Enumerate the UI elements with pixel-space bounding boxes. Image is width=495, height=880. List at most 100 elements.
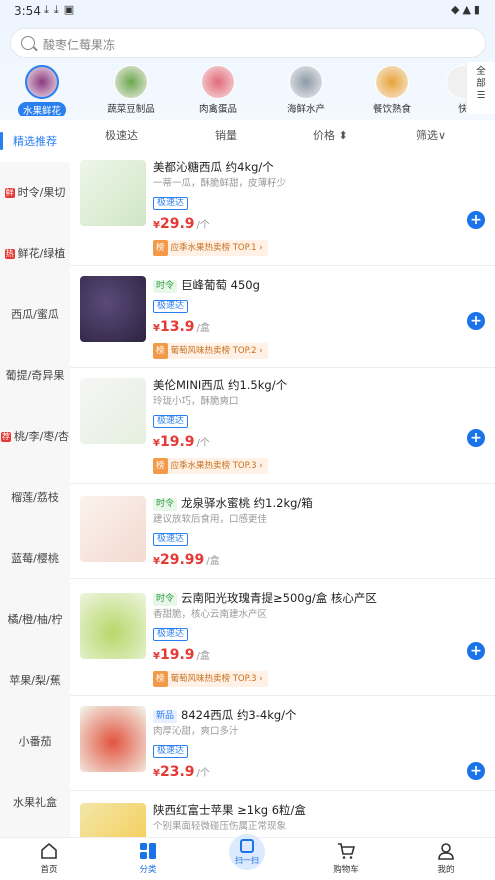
sidebar-item-flowers[interactable]: 热鲜花/绿植 [0,223,70,284]
category-item-seafood[interactable]: 海鲜水产 [274,62,338,115]
category-label: 快 [458,104,466,115]
product-card[interactable]: 美伦MINI西瓜 约1.5kg/个 玲珑小巧，酥脆爽口 极速达 ¥19.9/个 … [70,368,495,484]
sidebar-item-melons[interactable]: 西瓜/蜜瓜 [0,284,70,345]
product-tag: 时令 [153,280,178,293]
product-unit: /个 [196,220,210,231]
more-icon [446,65,466,99]
rank-icon: 榜 [153,671,168,687]
product-image [80,593,146,659]
category-item-meat[interactable]: 肉禽蛋品 [186,62,250,115]
sidebar-item-grapes[interactable]: 葡提/奇异果 [0,345,70,406]
tab-label: 我的 [437,865,455,875]
scan-icon [240,839,254,853]
tab-label: 分类 [139,865,157,875]
category-item-more[interactable]: 快 [431,62,466,115]
product-name: 云南阳光玫瑰青提≥500g/盒 核心产区 [181,591,377,605]
sidebar-item-durian[interactable]: 榴莲/荔枝 [0,467,70,528]
product-subtitle: 香甜脆，核心云南建水产区 [153,609,268,620]
product-tag: 时令 [153,498,178,511]
all-categories-button[interactable]: 全部 ☰ [466,62,495,114]
category-label: 肉禽蛋品 [198,104,237,115]
product-subtitle: 一蒂一瓜，酥脆鲜甜，皮薄籽少 [153,178,287,189]
add-to-cart-button[interactable]: + [467,762,485,780]
category-label: 水果鲜花 [17,102,66,116]
tab-profile[interactable]: 我的 [416,842,476,875]
sidebar-item-label: 精选推荐 [13,134,57,148]
menu-icon: ☰ [476,90,486,101]
sidebar-item-tag: 鲜 [4,188,15,198]
tab-label: 扫一扫 [235,856,259,865]
product-image [80,803,146,837]
product-card[interactable]: 新品 8424西瓜 约3-4kg/个 肉厚沁甜，爽口多汁 极速达 ¥23.9/个 … [70,696,495,791]
system-icons: ◆▲▮ [451,3,483,16]
product-price: 29.99 [159,552,205,568]
sidebar-item-stone-fruit[interactable]: 荐桃/李/枣/杏 [0,406,70,467]
sidebar-item-featured[interactable]: 精选推荐 [0,120,70,162]
sidebar-item-citrus[interactable]: 橘/橙/柚/柠 [0,589,70,650]
tab-category[interactable]: 分类 [118,842,178,875]
product-name: 美伦MINI西瓜 约1.5kg/个 [153,378,288,392]
sort-express[interactable]: 极速达 [105,127,138,143]
sidebar-item-seasonal[interactable]: 鲜时令/果切 [0,162,70,223]
sort-sales[interactable]: 销量 [215,127,237,143]
product-card[interactable]: 陕西红富士苹果 ≥1kg 6粒/盒 个别果面轻微碰压伤属正常现象 [70,791,495,837]
rank-icon: 榜 [153,458,168,474]
deli-icon [375,65,409,99]
sort-filter[interactable]: 筛选∨ [416,127,446,143]
add-to-cart-button[interactable]: + [467,211,485,229]
currency: ¥ [153,438,160,449]
sidebar-item-tomato[interactable]: 小番茄 [0,711,70,772]
tab-label: 购物车 [333,865,359,875]
category-item-vegetable[interactable]: 蔬菜豆制品 [99,62,163,115]
product-price: 23.9 [159,764,195,780]
sidebar-item-apples[interactable]: 苹果/梨/蕉 [0,650,70,711]
add-to-cart-button[interactable]: + [467,429,485,447]
product-card[interactable]: 美都沁糖西瓜 约4kg/个 一蒂一瓜，酥脆鲜甜，皮薄籽少 极速达 ¥29.9/个… [70,148,495,266]
category-item-deli[interactable]: 餐饮熟食 [360,62,424,115]
rank-badge[interactable]: 榜应季水果热卖榜 TOP.3 › [153,458,268,474]
express-badge: 极速达 [153,533,189,546]
add-to-cart-button[interactable]: + [467,642,485,660]
sidebar-item-label: 时令/果切 [17,186,66,199]
scan-button[interactable]: 扫一扫 [229,834,265,870]
tab-cart[interactable]: 购物车 [316,842,376,875]
rank-text: 应季水果热卖榜 TOP.1 › [170,243,263,253]
product-unit: /盒 [206,556,220,567]
sidebar-item-label: 桃/李/枣/杏 [13,430,70,443]
add-to-cart-button[interactable]: + [467,312,485,330]
product-subtitle: 肉厚沁甜，爽口多汁 [153,726,239,737]
search-placeholder: 酸枣仁莓果冻 [43,38,116,52]
product-price: 19.9 [159,647,195,663]
product-price: 13.9 [159,319,195,335]
sort-price[interactable]: 价格 ⬍ [313,127,348,143]
sidebar-item-berries[interactable]: 蓝莓/樱桃 [0,528,70,589]
currency: ¥ [153,323,160,334]
tab-home[interactable]: 首页 [19,842,79,875]
search-input[interactable]: 酸枣仁莓果冻 [10,28,486,58]
rank-badge[interactable]: 榜葡萄风味热卖榜 TOP.3 › [153,671,268,687]
rank-text: 葡萄风味热卖榜 TOP.2 › [170,346,263,356]
product-price: 29.9 [159,216,195,232]
rank-badge[interactable]: 榜葡萄风味热卖榜 TOP.2 › [153,343,268,359]
seafood-icon [289,65,323,99]
sort-bar: 极速达 销量 价格 ⬍ 筛选∨ [70,120,495,148]
category-label: 餐饮熟食 [372,104,411,115]
product-card[interactable]: 时令 云南阳光玫瑰青提≥500g/盒 核心产区 香甜脆，核心云南建水产区 极速达 … [70,579,495,696]
product-name: 陕西红富士苹果 ≥1kg 6粒/盒 [153,803,306,817]
product-image [80,706,146,772]
express-badge: 极速达 [153,745,189,758]
sidebar-item-gift[interactable]: 水果礼盒 [0,772,70,833]
currency: ¥ [153,651,160,662]
category-label: 蔬菜豆制品 [107,104,155,115]
category-label: 海鲜水产 [286,104,325,115]
all-categories-label: 全部 [476,66,486,89]
rank-badge[interactable]: 榜应季水果热卖榜 TOP.1 › [153,240,268,256]
product-card[interactable]: 时令 龙泉驿水蜜桃 约1.2kg/箱 建议放软后食用，口感更佳 极速达 ¥29.9… [70,484,495,579]
category-item-fruit[interactable]: 水果鲜花 [10,62,74,116]
product-card[interactable]: 时令 巨峰葡萄 450g 极速达 ¥13.9/盒 榜葡萄风味热卖榜 TOP.2 ›… [70,266,495,368]
product-list: 美都沁糖西瓜 约4kg/个 一蒂一瓜，酥脆鲜甜，皮薄籽少 极速达 ¥29.9/个… [70,148,495,837]
profile-icon [437,842,455,860]
meat-icon [201,65,235,99]
sidebar-item-tag: 热 [4,249,15,259]
product-subtitle: 个别果面轻微碰压伤属正常现象 [153,821,287,832]
